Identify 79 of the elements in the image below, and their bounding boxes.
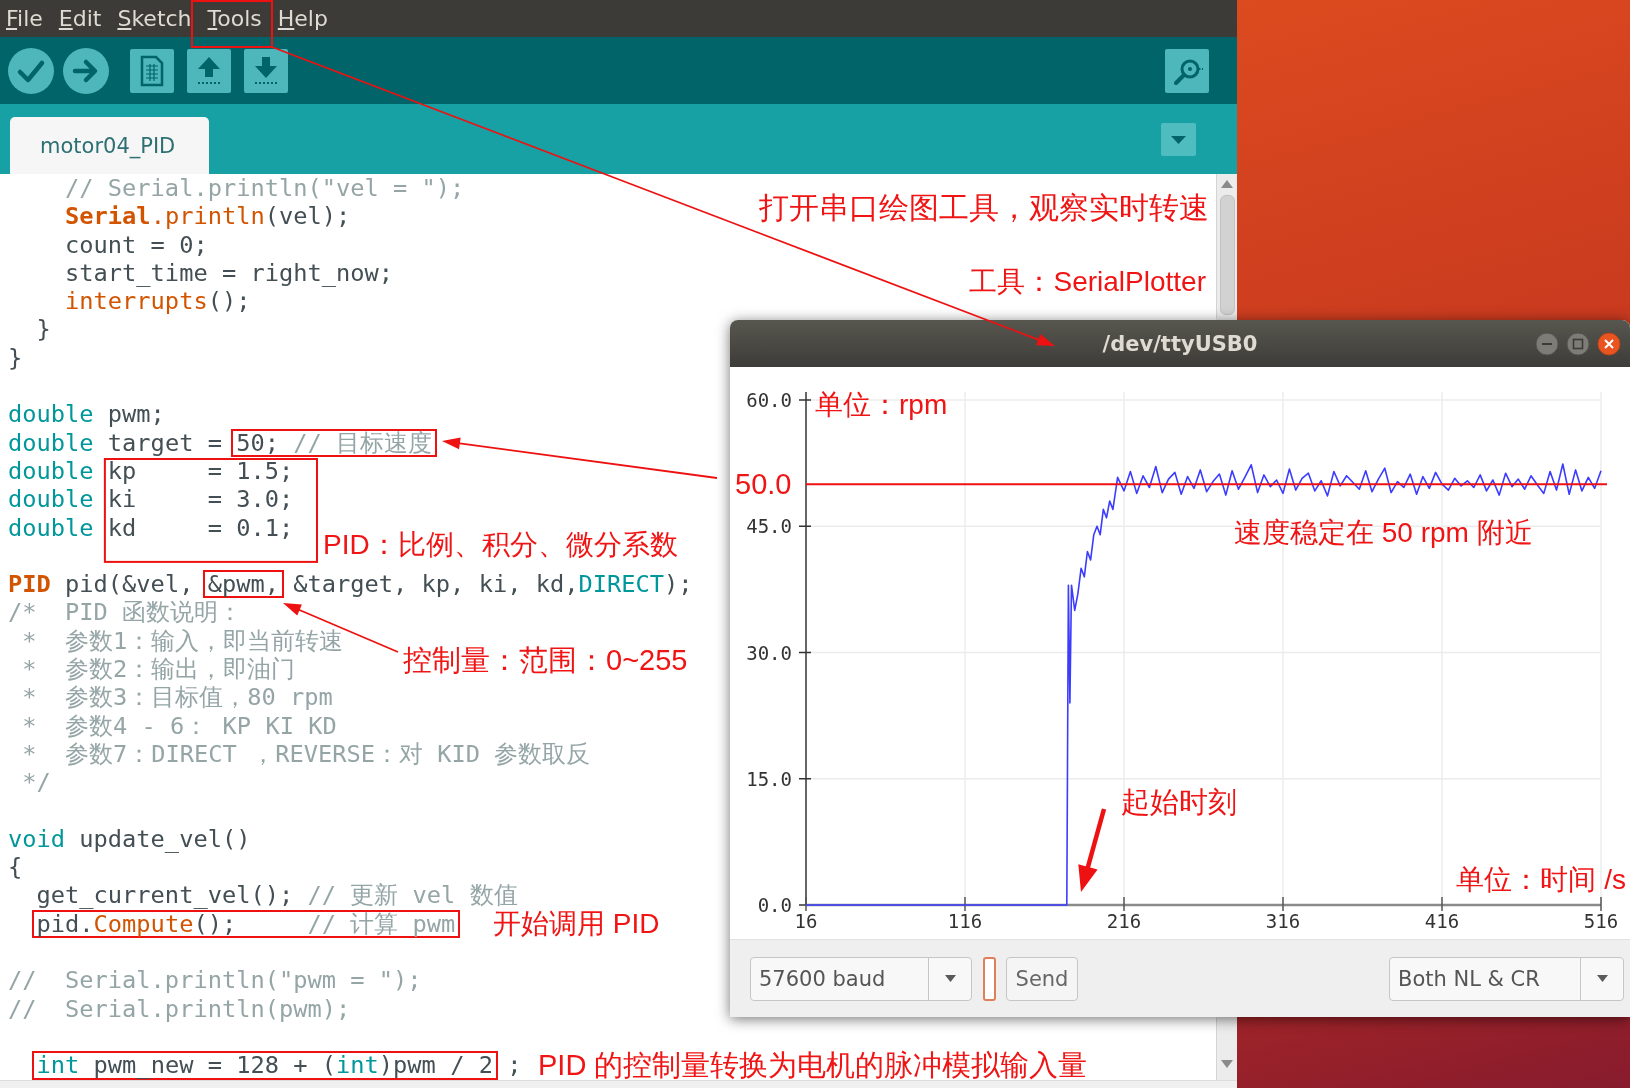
caret-down-icon[interactable] xyxy=(1221,1060,1233,1068)
axis-tick-label: 216 xyxy=(1106,910,1142,932)
axis-tick-label: 0.0 xyxy=(757,894,792,916)
scrollbar[interactable] xyxy=(1216,1018,1237,1080)
highlighted-code: &pwm, xyxy=(202,570,284,599)
code-line: * 参数1：输入，即当前转速 xyxy=(21,626,344,656)
axis-tick-label: 45.0 xyxy=(746,515,792,538)
menu-item[interactable]: Edit xyxy=(58,4,102,33)
code-line: double pwm; xyxy=(8,400,165,429)
menu-item[interactable]: Help xyxy=(277,4,328,33)
line-ending-dropdown[interactable]: Both NL & CR xyxy=(1389,956,1624,1001)
highlighted-code: pid.Compute(); // 计算 pwm xyxy=(31,909,461,938)
code-line: // Serial.println(pwm); xyxy=(8,994,351,1023)
menu-item[interactable]: Tools xyxy=(207,4,262,33)
menu-item[interactable]: File xyxy=(6,4,43,33)
caret-icon xyxy=(944,975,956,982)
annotation-label: 打开串口绘图工具，观察实时转速 xyxy=(759,190,1209,226)
scrollbar[interactable] xyxy=(1216,174,1237,318)
code-line: PID pid(&vel, xyxy=(8,570,195,599)
send-button[interactable]: Send xyxy=(1006,956,1078,1001)
axis-tick-label: 416 xyxy=(1424,910,1460,932)
window-title: /dev/ttyUSB0 xyxy=(1102,331,1258,356)
axis-tick-label: 316 xyxy=(1265,910,1301,932)
code-line: interrupts(); xyxy=(64,287,251,316)
highlighted-code: int pwm_new = 128 + (int)pwm / 2 xyxy=(31,1051,498,1080)
close-icon[interactable] xyxy=(1597,331,1621,356)
axis-tick-label: 116 xyxy=(947,910,983,932)
menu-item[interactable]: Sketch xyxy=(117,4,192,33)
code-line: get_current_vel(); // 更新 vel 数值 xyxy=(35,881,518,910)
code-line: } xyxy=(8,343,23,373)
code-line: * 参数3：目标值，80 rpm xyxy=(21,683,333,712)
code-line: &target, kp, ki, kd,DIRECT); xyxy=(292,570,693,599)
tab[interactable]: motor04_PID xyxy=(10,117,210,174)
code-line: } xyxy=(35,315,51,344)
code-line: * 参数7：DIRECT ，REVERSE：对 KID 参数取反 xyxy=(21,739,591,769)
baud-dropdown[interactable]: 57600 baud xyxy=(750,956,972,1001)
input-field[interactable] xyxy=(983,956,996,1001)
code-line: start_time = right_now; xyxy=(64,258,394,288)
annotation-label: PID 的控制量转换为电机的脉冲模拟输入量 xyxy=(538,1047,1088,1083)
annotation-label: 开始调用 PID xyxy=(493,907,660,941)
minimize-icon[interactable] xyxy=(1535,331,1559,356)
horizontal-scrollbar[interactable] xyxy=(0,1080,1237,1088)
magnifier-icon[interactable] xyxy=(1165,48,1209,93)
axis-tick-label: 16 xyxy=(794,910,818,932)
axis-tick-label: 516 xyxy=(1583,910,1619,932)
annotation-label: 工具：SerialPlotter xyxy=(969,265,1206,299)
annotation-label: PID：比例、积分、微分系数 xyxy=(323,528,678,562)
code-line: ; xyxy=(506,1051,522,1080)
code-line: void update_vel() xyxy=(8,824,251,854)
code-line: count = 0; xyxy=(64,230,208,259)
code-line: double target = xyxy=(8,428,223,457)
axis-tick-label: 30.0 xyxy=(746,641,792,664)
axis-tick-label: 60.0 xyxy=(746,389,792,411)
code-line: // Serial.println("pwm = "); xyxy=(8,966,422,995)
code-line: * 参数2：输出，即油门 xyxy=(21,655,296,684)
code-line: Serial.println(vel); xyxy=(64,202,351,231)
code-line: */ xyxy=(21,768,51,797)
code-line: { xyxy=(8,853,23,882)
annotation-label: 控制量：范围：0~255 xyxy=(403,642,688,678)
annotation-label: 速度稳定在 50 rpm 附近 xyxy=(1234,516,1533,550)
axis-tick-label: 15.0 xyxy=(746,767,792,790)
caret-up-icon[interactable] xyxy=(1221,180,1233,188)
highlighted-code: 50; // 目标速度 xyxy=(231,428,438,457)
code-line: double kp = 1.5; xyxy=(8,456,294,486)
checkmark-icon[interactable] xyxy=(8,47,54,94)
code-line: double kd = 0.1; xyxy=(8,513,294,542)
caret-icon[interactable] xyxy=(1161,123,1196,156)
code-line: double ki = 3.0; xyxy=(8,485,294,514)
caret-icon xyxy=(1596,975,1608,982)
code-line: // Serial.println("vel = "); xyxy=(64,174,465,203)
annotation-label: 单位：时间 /s xyxy=(1456,863,1626,897)
annotation-label: 起始时刻 xyxy=(1121,784,1237,820)
maximize-icon[interactable] xyxy=(1566,331,1590,356)
scrollbar-thumb[interactable] xyxy=(1219,195,1235,315)
code-line: * 参数4 - 6： KP KI KD xyxy=(21,711,337,740)
document-icon[interactable] xyxy=(130,48,174,93)
code-line: /* PID 函数说明： xyxy=(8,598,243,627)
annotation-label: 50.0 xyxy=(735,466,792,502)
annotation-label: 单位：rpm xyxy=(815,388,948,422)
